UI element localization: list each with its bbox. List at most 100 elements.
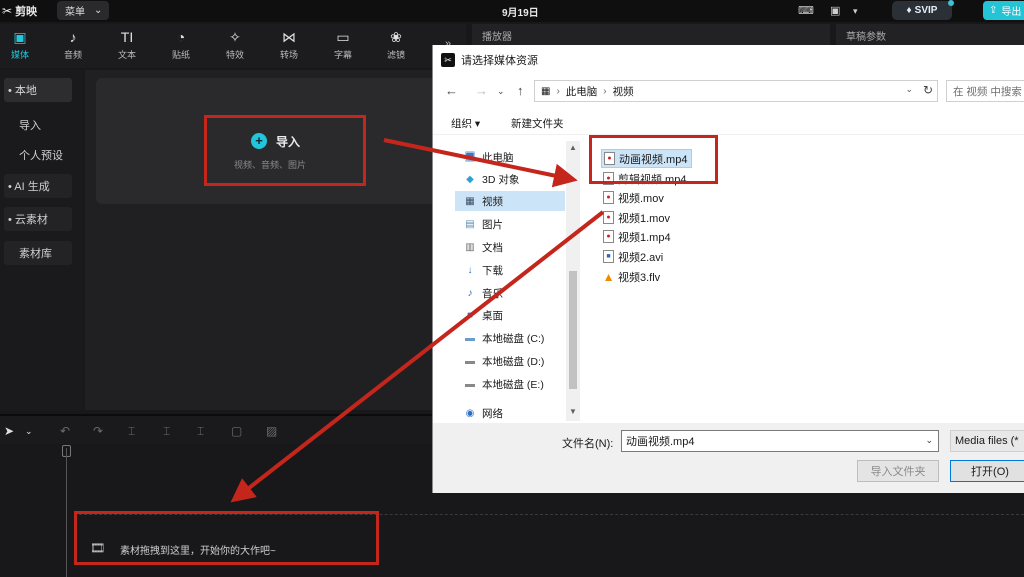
drive-icon: ▬	[465, 378, 475, 390]
tab-media[interactable]: ▣ 媒体	[0, 28, 40, 66]
tree-item-3d-objects[interactable]: ◆ 3D 对象	[463, 169, 573, 189]
new-folder-button[interactable]: 新建文件夹	[511, 116, 564, 131]
tree-item-drive-e[interactable]: ▬ 本地磁盘 (E:)	[463, 374, 573, 394]
sidebar-item-library[interactable]: 素材库	[4, 241, 72, 265]
redo-icon[interactable]: ↷	[93, 424, 103, 438]
tab-label: 贴纸	[171, 50, 190, 60]
video-file-icon: ●	[603, 230, 614, 243]
sticker-icon: ◔	[176, 29, 186, 45]
svip-button[interactable]: ♦ SVIP	[892, 0, 954, 20]
open-button[interactable]: 打开(O)	[950, 460, 1024, 482]
asset-toolbar: ▣ 媒体 ♪ 音频 TI 文本 ◔ 贴纸 ✧ 特效 ⋈ 转场 ▭ 字幕 ❀ 滤镜	[0, 24, 466, 68]
keyboard-icon[interactable]: ⌨	[798, 4, 814, 17]
dialog-title-bar: ✂ 请选择媒体资源	[433, 45, 1024, 75]
tab-filter[interactable]: ❀ 滤镜	[376, 28, 416, 66]
audio-icon: ♪	[69, 29, 77, 45]
media-sidebar: • 本地 导入 个人预设 • AI 生成 • 云素材 素材库	[0, 70, 83, 410]
tree-label: 桌面	[482, 309, 503, 322]
layout-chevron-icon[interactable]: ▾	[853, 6, 858, 17]
import-folder-button[interactable]: 导入文件夹	[857, 460, 939, 482]
menu-label: 菜单	[65, 7, 85, 18]
navigation-scrollbar[interactable]: ▲ ▼	[566, 141, 580, 421]
tab-transition[interactable]: ⋈ 转场	[269, 28, 309, 66]
tree-item-this-pc[interactable]: 🖥 此电脑	[463, 147, 573, 167]
back-arrow-icon[interactable]: ←	[445, 83, 458, 98]
filetype-select[interactable]: Media files (*	[950, 430, 1024, 452]
draft-panel-header: 草稿参数	[836, 24, 1024, 46]
cursor-chevron-icon[interactable]: ⌄	[25, 426, 33, 437]
scroll-thumb[interactable]	[569, 271, 577, 389]
search-input[interactable]: 在 视频 中搜索	[946, 80, 1024, 102]
file-name: 视频2.avi	[618, 251, 664, 264]
image-edit-icon[interactable]: ▨	[266, 424, 277, 438]
split-icon[interactable]: ⌶	[128, 424, 135, 439]
tree-item-desktop[interactable]: ■ 桌面	[463, 305, 573, 325]
organize-button[interactable]: 组织 ▾	[451, 116, 480, 131]
navigation-pane: 🖥 此电脑 ◆ 3D 对象 ▦ 视频 ▤ 图片 ▥ 文档 ↓ 下载 ♪ 音乐 ■…	[433, 141, 566, 421]
file-item[interactable]: ● 视频.mov	[601, 188, 668, 207]
filename-input[interactable]: 动画视频.mp4 ⌄	[621, 430, 939, 452]
tree-item-drive-c[interactable]: ▬ 本地磁盘 (C:)	[463, 328, 573, 348]
refresh-icon[interactable]: ↻	[923, 83, 933, 97]
forward-arrow-icon[interactable]: →	[475, 83, 488, 98]
sidebar-item-ai[interactable]: • AI 生成	[4, 174, 72, 198]
sidebar-item-local[interactable]: • 本地	[4, 78, 72, 102]
layout-icon[interactable]: ▣	[830, 4, 840, 17]
dialog-footer: 文件名(N): 动画视频.mp4 ⌄ Media files (* 导入文件夹 …	[433, 423, 1024, 493]
sidebar-item-import[interactable]: 导入	[19, 117, 41, 133]
file-item[interactable]: ● 视频1.mov	[601, 208, 674, 227]
tree-item-music[interactable]: ♪ 音乐	[463, 283, 573, 303]
up-arrow-icon[interactable]: ↑	[517, 83, 524, 98]
chevron-right-icon: ›	[603, 85, 607, 97]
recent-locations-icon[interactable]: ⌄	[497, 86, 505, 97]
subtitle-icon: ▭	[336, 29, 350, 45]
tab-text[interactable]: TI 文本	[107, 28, 147, 66]
sidebar-item-preset[interactable]: 个人预设	[19, 147, 63, 163]
notification-dot	[948, 0, 954, 6]
tree-item-videos[interactable]: ▦ 视频	[455, 191, 565, 211]
split-left-icon[interactable]: ⌶	[163, 424, 170, 439]
tab-subtitle[interactable]: ▭ 字幕	[323, 28, 363, 66]
project-title: 9月19日	[502, 8, 539, 19]
upload-icon: ⇪	[989, 5, 998, 16]
computer-icon: 🖥	[463, 151, 477, 163]
split-right-icon[interactable]: ⌶	[197, 424, 204, 439]
scroll-up-icon[interactable]: ▲	[569, 143, 577, 152]
tree-label: 此电脑	[482, 151, 514, 164]
tree-item-documents[interactable]: ▥ 文档	[463, 237, 573, 257]
address-dropdown-icon[interactable]: ⌄	[905, 84, 913, 95]
chevron-down-icon[interactable]: ⌄	[925, 435, 933, 446]
scroll-down-icon[interactable]: ▼	[569, 407, 577, 416]
file-item[interactable]: ▲ 视频3.flv	[601, 267, 664, 286]
player-title: 播放器	[482, 31, 512, 43]
menu-button[interactable]: 菜单 ⌄	[57, 1, 109, 20]
tree-label: 3D 对象	[482, 173, 520, 186]
tab-effects[interactable]: ✧ 特效	[215, 28, 255, 66]
tree-item-pictures[interactable]: ▤ 图片	[463, 214, 573, 234]
file-name: 视频1.mp4	[618, 231, 671, 244]
undo-icon[interactable]: ↶	[60, 424, 70, 438]
breadcrumb-this-pc[interactable]: 此电脑	[566, 84, 598, 99]
select-cursor-icon[interactable]: ➤	[4, 424, 14, 438]
export-button[interactable]: ⇪ 导出	[983, 1, 1024, 20]
tab-label: 转场	[279, 50, 298, 60]
tab-audio[interactable]: ♪ 音频	[53, 28, 93, 66]
playhead[interactable]	[66, 448, 67, 577]
tree-item-drive-d[interactable]: ▬ 本地磁盘 (D:)	[463, 351, 573, 371]
filter-icon: ❀	[390, 29, 402, 45]
network-icon: ◉	[465, 407, 475, 419]
tree-item-network[interactable]: ◉ 网络	[463, 403, 573, 423]
address-bar[interactable]: ▦ › 此电脑 › 视频 ⌄ ↻	[534, 80, 938, 102]
sidebar-item-cloud[interactable]: • 云素材	[4, 207, 72, 231]
breadcrumb-videos[interactable]: 视频	[613, 84, 634, 99]
file-item[interactable]: ● 视频1.mp4	[601, 227, 675, 246]
diamond-icon: ♦	[906, 5, 912, 16]
delete-icon[interactable]: ▢	[231, 424, 242, 438]
dialog-title: 请选择媒体资源	[461, 55, 538, 67]
tree-item-downloads[interactable]: ↓ 下载	[463, 260, 573, 280]
filename-value: 动画视频.mp4	[626, 436, 695, 448]
tab-label: 滤镜	[386, 50, 405, 60]
file-item[interactable]: ■ 视频2.avi	[601, 247, 667, 266]
filename-label: 文件名(N):	[562, 438, 614, 450]
tab-sticker[interactable]: ◔ 贴纸	[161, 28, 201, 66]
